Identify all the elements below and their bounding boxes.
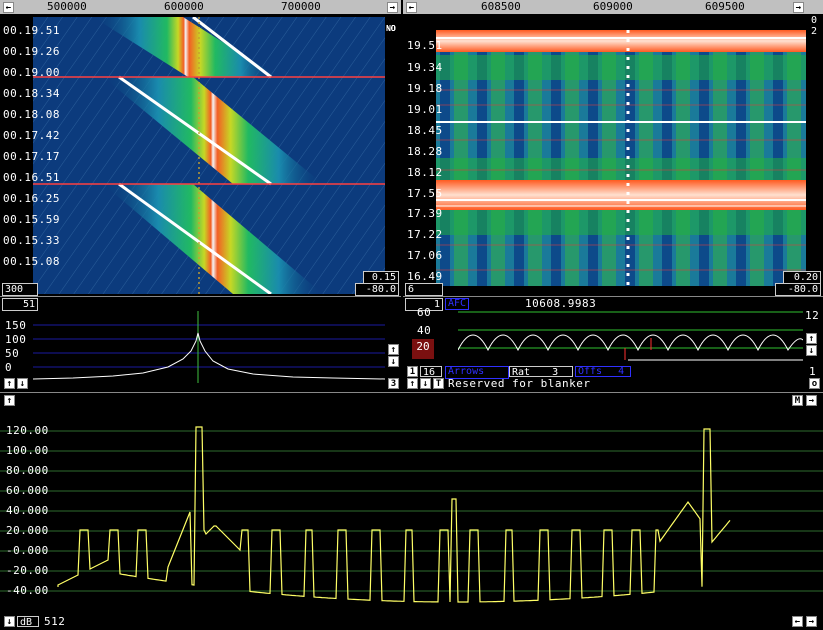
afc-frequency: 10608.9983: [525, 297, 597, 310]
level-value[interactable]: -80.0: [775, 283, 821, 296]
time-label: 17.06: [407, 249, 443, 262]
time-label: 18.12: [407, 166, 443, 179]
freq-tick-1: 608500: [481, 0, 521, 13]
scroll-down-button[interactable]: ↓: [4, 616, 15, 627]
afc-right-bottom: 1: [809, 365, 817, 378]
time-label: 00.15.33: [3, 234, 60, 247]
offs-label: Offs: [578, 366, 603, 377]
afc-mode-value[interactable]: 16: [420, 366, 442, 378]
afc-rat-box[interactable]: Rat 3: [509, 366, 573, 378]
time-label: 19.01: [407, 103, 443, 116]
spectrum-1-panel: 51 150 100 50 0 ↑ ↓ ↑ ↓ 3: [0, 296, 401, 392]
afc-y-label: 60: [417, 306, 432, 319]
spectrum-y-label: 0: [5, 361, 13, 374]
db-label[interactable]: dB: [17, 616, 39, 628]
main-y-label: 60.000: [6, 484, 49, 497]
time-label: 00.15.59: [3, 213, 60, 226]
m-button[interactable]: M: [792, 395, 803, 406]
level-value[interactable]: -80.0: [355, 283, 399, 296]
time-label: 00.18.08: [3, 108, 60, 121]
time-label: 00.15.08: [3, 255, 60, 268]
offs-value: 4: [618, 366, 625, 377]
scroll-down-button[interactable]: ↓: [17, 378, 28, 389]
scroll-down-button[interactable]: ↓: [420, 378, 431, 389]
main-spectrum-plot[interactable]: [0, 407, 823, 617]
t-button[interactable]: T: [433, 378, 444, 389]
scroll-up-button[interactable]: ↑: [4, 395, 15, 406]
afc-right-o[interactable]: o: [809, 378, 820, 389]
main-y-label: 80.000: [6, 464, 49, 477]
spectrum-y-label: 100: [5, 333, 27, 346]
waterfall-1-panel: ← → 500000 600000 700000 00.19.51 00.19.…: [0, 0, 401, 296]
scroll-right-button[interactable]: →: [793, 2, 804, 13]
spectrum-y-label: 150: [5, 319, 27, 332]
afc-y-label: 40: [417, 324, 432, 337]
main-spectrum-panel: ↑ M → 120.00 100.00 80.000 60.000 40.000…: [0, 392, 823, 630]
waterfall-1-image[interactable]: [33, 17, 385, 294]
time-label: 16.49: [407, 270, 443, 283]
spectrum-y-label: 50: [5, 347, 20, 360]
time-label: 19.34: [407, 61, 443, 74]
time-label: 00.17.42: [3, 129, 60, 142]
freq-tick-3: 700000: [281, 0, 321, 13]
waterfall-2-panel: ← → 608500 609000 609500 0 2 19.51 19.34…: [403, 0, 823, 296]
time-label: 17.22: [407, 228, 443, 241]
scroll-left-button[interactable]: ←: [792, 616, 803, 627]
freq-tick-2: 600000: [164, 0, 204, 13]
freq-tick-1: 500000: [47, 0, 87, 13]
afc-step-button[interactable]: 1: [407, 366, 418, 377]
scroll-down-button[interactable]: ↓: [806, 345, 817, 356]
time-label: 17.39: [407, 207, 443, 220]
main-y-label: -20.00: [6, 564, 49, 577]
freq-tick-3: 609500: [705, 0, 745, 13]
afc-offs-box[interactable]: Offs 4: [575, 366, 631, 377]
scroll-right-button[interactable]: →: [806, 395, 817, 406]
time-label: 19.18: [407, 82, 443, 95]
main-y-label: 40.000: [6, 504, 49, 517]
status-text: Reserved for blanker: [448, 377, 591, 390]
fft-size-value: 512: [44, 615, 66, 628]
afc-right-top: 12: [805, 309, 820, 322]
scroll-right-button[interactable]: →: [387, 2, 398, 13]
time-label: 00.19.26: [3, 45, 60, 58]
afc-label: AFC: [445, 298, 470, 310]
waterfall-2-image[interactable]: [436, 30, 806, 286]
main-y-label: -0.000: [6, 544, 49, 557]
side-value-bottom: 2: [811, 26, 818, 37]
spectrum-1-plot[interactable]: [33, 311, 385, 383]
spectrum-bottom-value[interactable]: 3: [388, 378, 399, 389]
time-label: 17.55: [407, 187, 443, 200]
afc-plot[interactable]: [458, 310, 803, 365]
spectrum-top-value[interactable]: 51: [2, 298, 38, 311]
afc-panel: 1 AFC 10608.9983 60 40 20 12 ↑ ↓ 1 o 1 1…: [403, 296, 823, 392]
no-column: NO NO NO NO NO NO NO NO NO NO NO NO NO NO NO NO NO NO NO NO…: [386, 24, 400, 224]
scroll-left-button[interactable]: ←: [406, 2, 417, 13]
time-label: 00.16.51: [3, 171, 60, 184]
side-value-top: 0: [811, 15, 818, 26]
time-label: 19.51: [407, 39, 443, 52]
no-label: NO: [386, 24, 396, 33]
scroll-left-button[interactable]: ←: [3, 2, 14, 13]
freq-tick-2: 609000: [593, 0, 633, 13]
main-y-label: 20.000: [6, 524, 49, 537]
width-value[interactable]: 6: [405, 283, 443, 296]
time-label: 00.19.00: [3, 66, 60, 79]
scroll-up-button[interactable]: ↑: [407, 378, 418, 389]
scroll-right-button[interactable]: →: [806, 616, 817, 627]
scroll-up-button[interactable]: ↑: [806, 333, 817, 344]
time-label: 00.16.25: [3, 192, 60, 205]
time-label: 18.28: [407, 145, 443, 158]
main-y-label: 100.00: [6, 444, 49, 457]
main-y-label: 120.00: [6, 424, 49, 437]
scroll-up-button[interactable]: ↑: [4, 378, 15, 389]
time-label: 00.17.17: [3, 150, 60, 163]
width-value[interactable]: 300: [2, 283, 38, 296]
afc-y-label: 20: [412, 339, 434, 359]
main-y-label: -40.00: [6, 584, 49, 597]
time-label: 00.19.51: [3, 24, 60, 37]
time-label: 18.45: [407, 124, 443, 137]
scroll-down-button[interactable]: ↓: [388, 356, 399, 367]
time-label: 00.18.34: [3, 87, 60, 100]
scroll-up-button[interactable]: ↑: [388, 344, 399, 355]
